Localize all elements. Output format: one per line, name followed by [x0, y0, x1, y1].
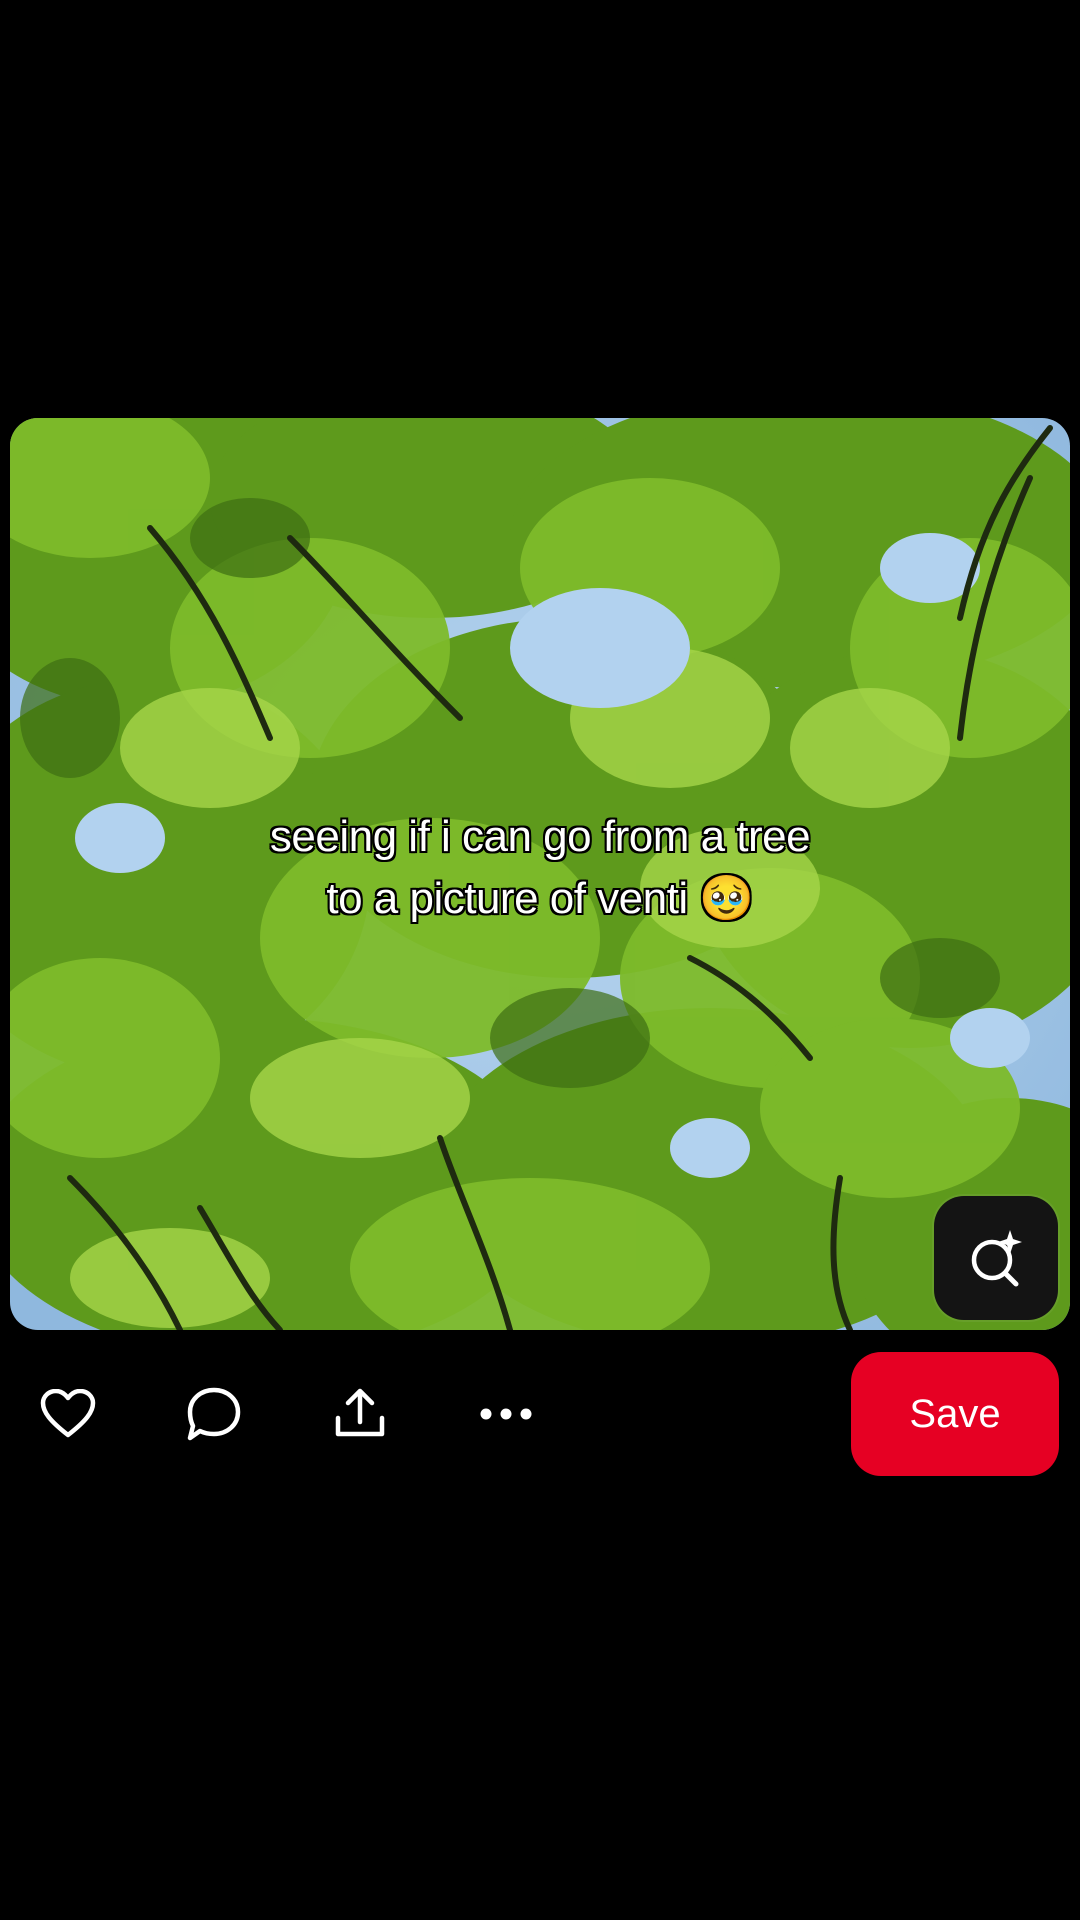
share-upload-icon [335, 1388, 385, 1437]
sparkle-search-icon [971, 1230, 1022, 1287]
caption-line-2: to a picture of venti 🥹 [326, 874, 754, 923]
comment-bubble-icon [187, 1387, 241, 1441]
share-button[interactable] [330, 1384, 390, 1444]
pin-caption: seeing if i can go from a tree to a pict… [10, 806, 1070, 930]
caption-line-1: seeing if i can go from a tree [269, 812, 811, 861]
like-button[interactable] [38, 1384, 98, 1444]
pin-closeup-screen: seeing if i can go from a tree to a pict… [0, 0, 1080, 1920]
visual-search-button[interactable] [934, 1196, 1058, 1320]
pin-media[interactable]: seeing if i can go from a tree to a pict… [10, 418, 1070, 1330]
pin-action-bar: Save [0, 1352, 1080, 1476]
save-button[interactable]: Save [851, 1352, 1059, 1476]
more-options-button[interactable] [476, 1384, 536, 1444]
more-dots-icon [480, 1408, 532, 1420]
heart-icon [40, 1389, 96, 1438]
comment-button[interactable] [184, 1384, 244, 1444]
